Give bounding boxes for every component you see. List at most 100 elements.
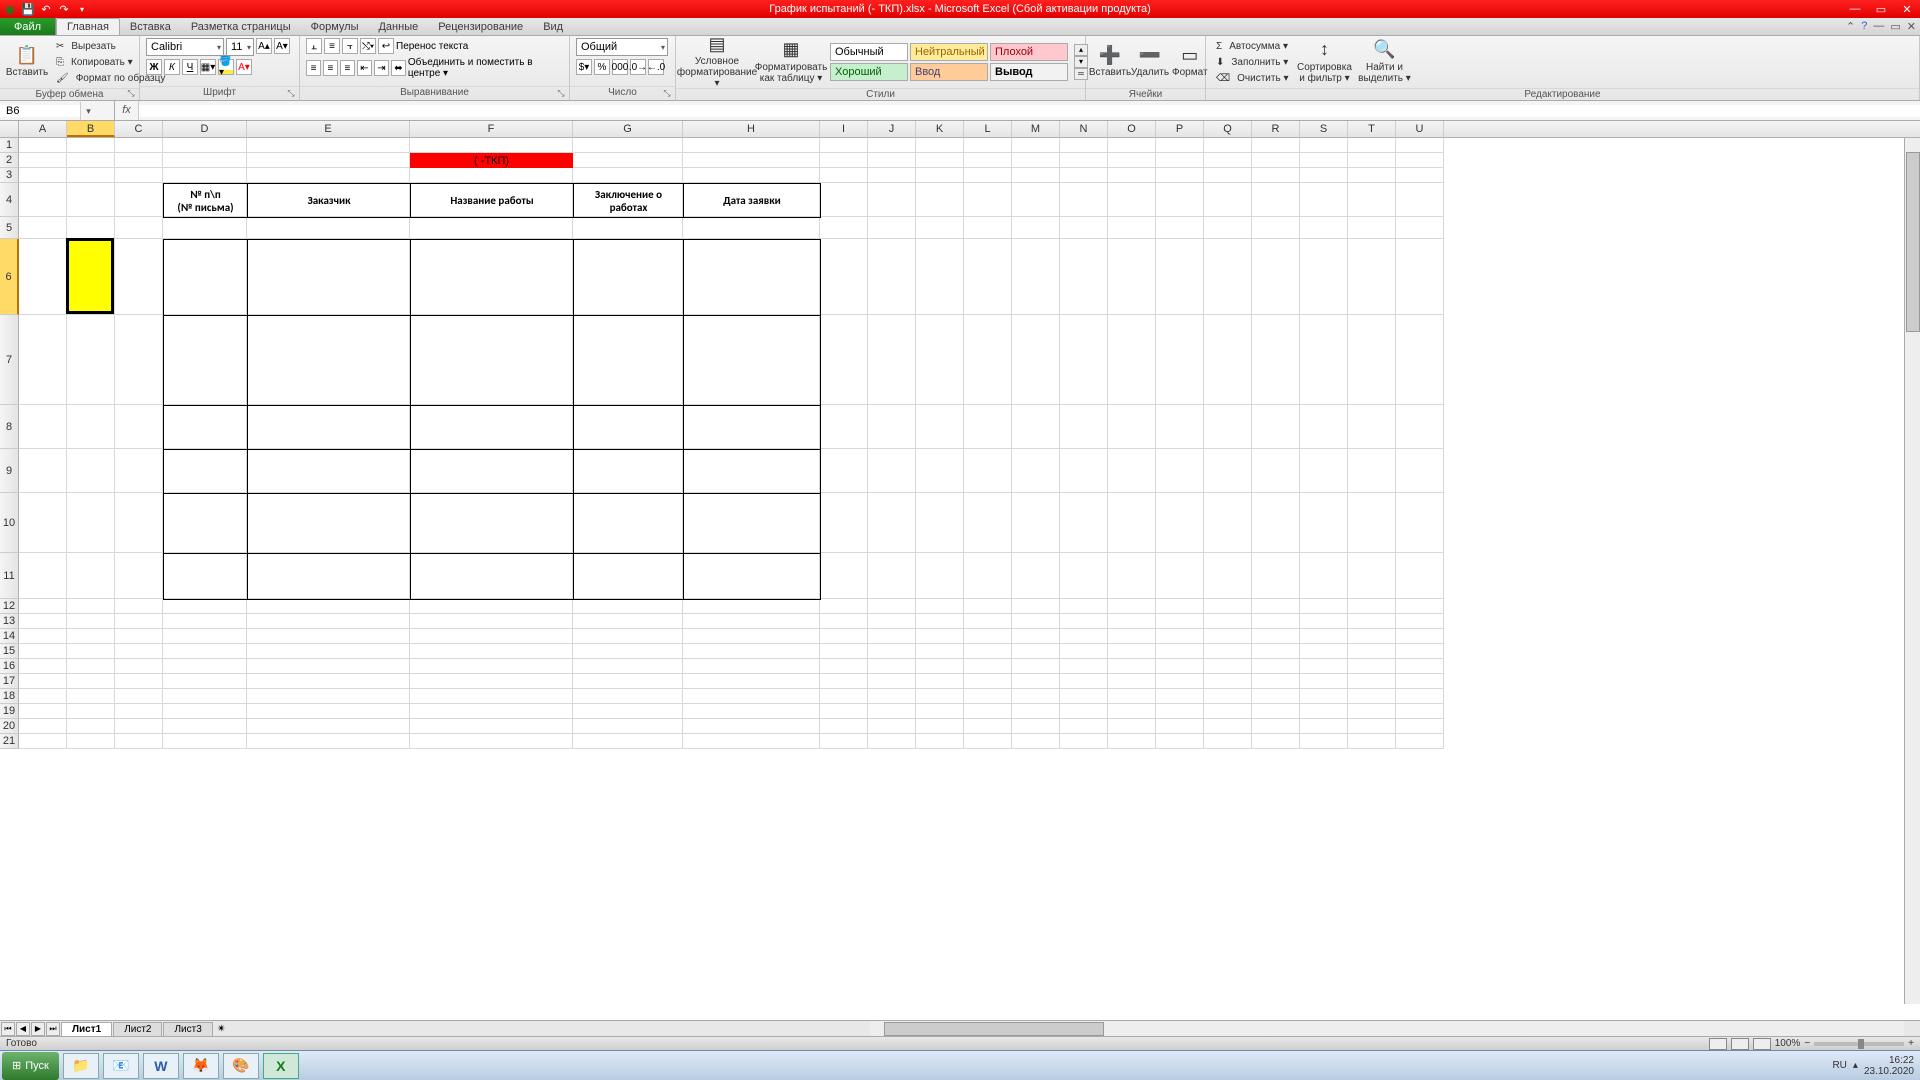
task-explorer[interactable]: 📁 bbox=[63, 1053, 99, 1079]
tab-home[interactable]: Главная bbox=[56, 18, 120, 35]
sort-filter-button[interactable]: ↕Сортировка и фильтр ▾ bbox=[1296, 38, 1352, 86]
row-header[interactable]: 19 bbox=[0, 704, 19, 719]
row-header[interactable]: 12 bbox=[0, 599, 19, 614]
align-bottom-icon[interactable]: ⫟ bbox=[342, 38, 358, 54]
select-all-corner[interactable] bbox=[0, 121, 19, 137]
row-header[interactable]: 1 bbox=[0, 138, 19, 153]
name-box-dropdown-icon[interactable]: ▾ bbox=[80, 102, 96, 120]
column-header[interactable]: A bbox=[19, 121, 67, 137]
column-header[interactable]: L bbox=[964, 121, 1012, 137]
fx-button[interactable]: fx bbox=[115, 101, 139, 120]
delete-cells-button[interactable]: ➖Удалить bbox=[1132, 38, 1168, 86]
file-tab[interactable]: Файл bbox=[0, 18, 56, 35]
decrease-decimal-icon[interactable]: ←.0 bbox=[648, 59, 664, 75]
style-output[interactable]: Вывод bbox=[990, 63, 1068, 81]
sheet-tab-3[interactable]: Лист3 bbox=[163, 1022, 212, 1036]
align-middle-icon[interactable]: ≡ bbox=[324, 38, 340, 54]
row-header[interactable]: 11 bbox=[0, 553, 19, 599]
paste-button[interactable]: 📋 Вставить bbox=[6, 38, 48, 86]
fill-color-button[interactable]: 🪣▾ bbox=[218, 59, 234, 75]
orientation-icon[interactable]: ⤭▾ bbox=[360, 38, 376, 54]
zoom-in-icon[interactable]: + bbox=[1908, 1038, 1914, 1049]
wrap-text-button[interactable]: ↩Перенос текста bbox=[378, 38, 468, 54]
column-header[interactable]: M bbox=[1012, 121, 1060, 137]
tab-review[interactable]: Рецензирование bbox=[428, 18, 533, 35]
row-header[interactable]: 17 bbox=[0, 674, 19, 689]
minimize-ribbon-icon[interactable]: ⌃ bbox=[1846, 20, 1855, 33]
column-header[interactable]: S bbox=[1300, 121, 1348, 137]
row-header[interactable]: 15 bbox=[0, 644, 19, 659]
column-header[interactable]: N bbox=[1060, 121, 1108, 137]
horizontal-scrollbar[interactable] bbox=[870, 1020, 1904, 1036]
tab-formulas[interactable]: Формулы bbox=[301, 18, 369, 35]
row-header[interactable]: 14 bbox=[0, 629, 19, 644]
conditional-formatting-button[interactable]: ▤Условное форматирование ▾ bbox=[682, 38, 752, 86]
style-good[interactable]: Хороший bbox=[830, 63, 908, 81]
tray-clock[interactable]: 16:22 23.10.2020 bbox=[1864, 1055, 1914, 1077]
tab-view[interactable]: Вид bbox=[533, 18, 573, 35]
column-header[interactable]: I bbox=[820, 121, 868, 137]
tab-insert[interactable]: Вставка bbox=[120, 18, 181, 35]
task-word[interactable]: W bbox=[143, 1053, 179, 1079]
vertical-scrollbar[interactable] bbox=[1904, 138, 1920, 1004]
column-header[interactable]: Q bbox=[1204, 121, 1252, 137]
qat-dropdown-icon[interactable]: ▾ bbox=[74, 1, 90, 17]
wb-close-icon[interactable]: ✕ bbox=[1907, 20, 1916, 33]
row-header[interactable]: 5 bbox=[0, 217, 19, 239]
number-launcher-icon[interactable]: ⤡ bbox=[661, 88, 673, 100]
view-normal-icon[interactable] bbox=[1709, 1038, 1727, 1050]
style-normal[interactable]: Обычный bbox=[830, 43, 908, 61]
format-as-table-button[interactable]: ▦Форматировать как таблицу ▾ bbox=[756, 38, 826, 86]
row-header[interactable]: 20 bbox=[0, 719, 19, 734]
italic-button[interactable]: К bbox=[164, 59, 180, 75]
sheet-tab-2[interactable]: Лист2 bbox=[113, 1022, 162, 1036]
row-header[interactable]: 18 bbox=[0, 689, 19, 704]
insert-cells-button[interactable]: ➕Вставить bbox=[1092, 38, 1128, 86]
row-header[interactable]: 13 bbox=[0, 614, 19, 629]
start-button[interactable]: ⊞Пуск bbox=[2, 1052, 59, 1080]
task-excel[interactable]: X bbox=[263, 1053, 299, 1079]
tray-lang[interactable]: RU bbox=[1832, 1060, 1846, 1071]
column-header[interactable]: O bbox=[1108, 121, 1156, 137]
bold-button[interactable]: Ж bbox=[146, 59, 162, 75]
format-cells-button[interactable]: ▭Формат bbox=[1172, 38, 1208, 86]
column-header[interactable]: B bbox=[67, 121, 115, 137]
shrink-font-icon[interactable]: A▾ bbox=[274, 38, 290, 54]
title-cell[interactable]: ( -ТКП) bbox=[410, 153, 573, 168]
row-header[interactable]: 6 bbox=[0, 239, 19, 315]
percent-icon[interactable]: % bbox=[594, 59, 610, 75]
column-header[interactable]: T bbox=[1348, 121, 1396, 137]
column-header[interactable]: G bbox=[573, 121, 683, 137]
row-header[interactable]: 9 bbox=[0, 449, 19, 493]
font-name-combo[interactable]: Calibri bbox=[146, 38, 224, 56]
sheet-prev-icon[interactable]: ◀ bbox=[16, 1022, 30, 1036]
column-header[interactable]: P bbox=[1156, 121, 1204, 137]
tab-data[interactable]: Данные bbox=[368, 18, 428, 35]
zoom-out-icon[interactable]: − bbox=[1804, 1038, 1810, 1049]
row-header[interactable]: 16 bbox=[0, 659, 19, 674]
new-sheet-icon[interactable]: ✴ bbox=[217, 1022, 226, 1035]
column-header[interactable]: C bbox=[115, 121, 163, 137]
row-header[interactable]: 21 bbox=[0, 734, 19, 749]
column-header[interactable]: F bbox=[410, 121, 573, 137]
formula-input[interactable] bbox=[139, 105, 1920, 117]
font-color-button[interactable]: A▾ bbox=[236, 59, 252, 75]
currency-icon[interactable]: $▾ bbox=[576, 59, 592, 75]
number-format-combo[interactable]: Общий bbox=[576, 38, 668, 56]
clipboard-launcher-icon[interactable]: ⤡ bbox=[125, 88, 137, 100]
autosum-button[interactable]: ΣАвтосумма ▾ bbox=[1212, 39, 1292, 54]
align-top-icon[interactable]: ⫠ bbox=[306, 38, 322, 54]
font-size-combo[interactable]: 11 bbox=[226, 38, 254, 56]
row-header[interactable]: 7 bbox=[0, 315, 19, 405]
task-firefox[interactable]: 🦊 bbox=[183, 1053, 219, 1079]
maximize-button[interactable]: ▭ bbox=[1868, 1, 1894, 17]
align-right-icon[interactable]: ≡ bbox=[340, 60, 355, 76]
style-bad[interactable]: Плохой bbox=[990, 43, 1068, 61]
close-button[interactable]: ✕ bbox=[1894, 1, 1920, 17]
align-center-icon[interactable]: ≡ bbox=[323, 60, 338, 76]
view-break-icon[interactable] bbox=[1753, 1038, 1771, 1050]
alignment-launcher-icon[interactable]: ⤡ bbox=[555, 88, 567, 100]
grow-font-icon[interactable]: A▴ bbox=[256, 38, 272, 54]
sheet-next-icon[interactable]: ▶ bbox=[31, 1022, 45, 1036]
row-header[interactable]: 8 bbox=[0, 405, 19, 449]
